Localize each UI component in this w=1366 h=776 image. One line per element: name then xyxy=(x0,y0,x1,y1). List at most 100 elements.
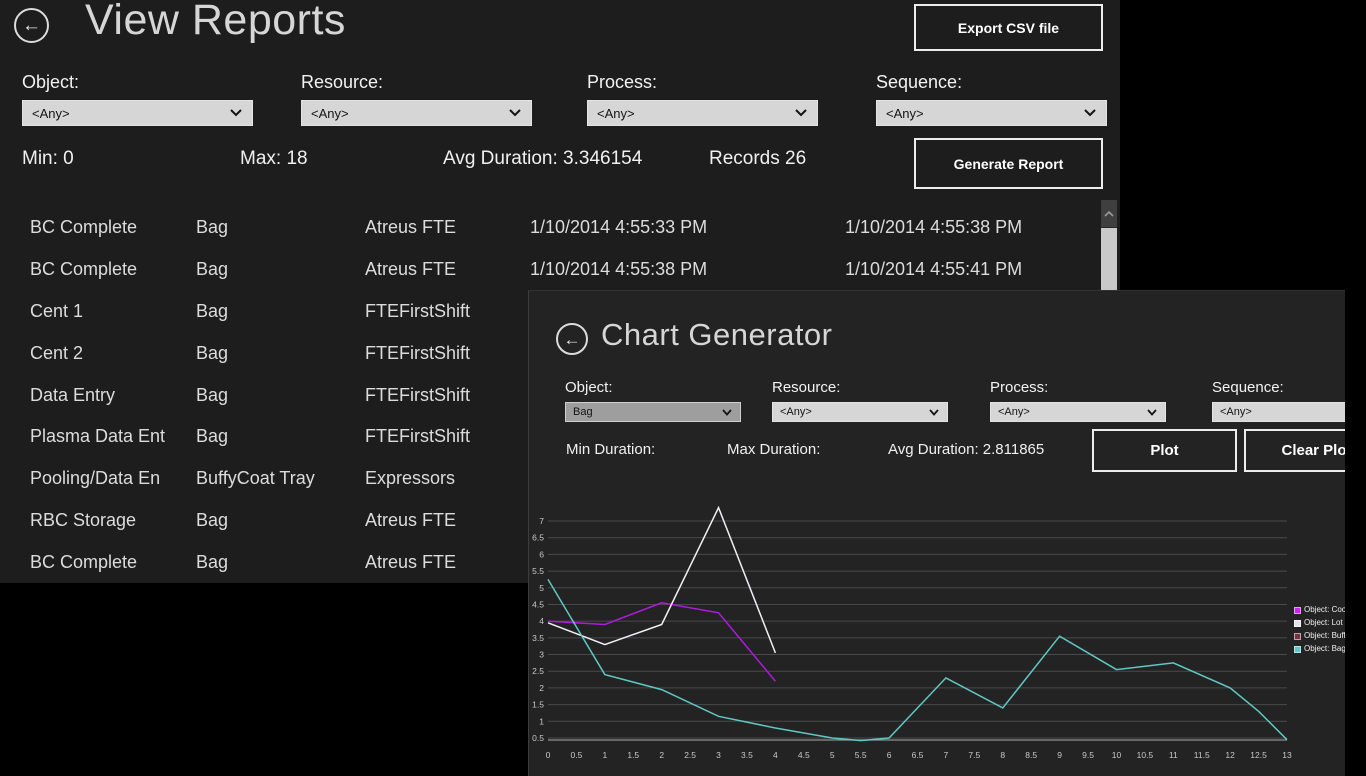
resource-dropdown[interactable]: <Any> xyxy=(301,100,532,126)
sequence-dropdown-value: <Any> xyxy=(886,106,924,121)
legend-label: Object: BuffyC xyxy=(1304,632,1345,640)
sequence-filter: Sequence: <Any> xyxy=(876,72,1107,126)
y-tick-label: 2.5 xyxy=(532,666,544,676)
x-tick-label: 9.5 xyxy=(1082,750,1094,760)
records-count: Records 26 xyxy=(709,148,806,170)
table-cell: Bag xyxy=(196,552,365,573)
x-tick-label: 3.5 xyxy=(741,750,753,760)
table-cell: Atreus FTE xyxy=(365,217,530,238)
desktop-background: ← View Reports Export CSV file Object: <… xyxy=(0,0,1366,776)
table-cell: Pooling/Data En xyxy=(0,468,196,489)
x-tick-label: 4 xyxy=(773,750,778,760)
process-filter-label: Process: xyxy=(587,72,818,93)
y-tick-label: 3 xyxy=(539,650,544,660)
x-tick-label: 12 xyxy=(1225,750,1235,760)
table-cell: Bag xyxy=(196,426,365,447)
x-tick-label: 7 xyxy=(944,750,949,760)
series-line xyxy=(548,508,775,653)
table-cell: FTEFirstShift xyxy=(365,343,530,364)
y-tick-label: 1.5 xyxy=(532,700,544,710)
export-csv-button[interactable]: Export CSV file xyxy=(914,4,1103,51)
x-tick-label: 3 xyxy=(716,750,721,760)
table-row[interactable]: BC CompleteBagAtreus FTE1/10/2014 4:55:3… xyxy=(0,249,1101,291)
series-line xyxy=(548,603,775,681)
sequence-filter-label: Sequence: xyxy=(876,72,1107,93)
table-cell: Plasma Data Ent xyxy=(0,426,196,447)
legend-entry: Object: Bag xyxy=(1294,645,1345,653)
chevron-down-icon xyxy=(509,109,521,117)
min-stat: Min: 0 xyxy=(22,148,74,170)
table-cell: Bag xyxy=(196,510,365,531)
x-tick-label: 2.5 xyxy=(684,750,696,760)
legend-swatch xyxy=(1294,620,1301,627)
x-tick-label: 0.5 xyxy=(571,750,583,760)
resource-filter-label: Resource: xyxy=(301,72,532,93)
legend-label: Object: Bag xyxy=(1304,645,1345,653)
table-cell: 1/10/2014 4:55:38 PM xyxy=(845,217,1101,238)
table-cell: Expressors xyxy=(365,468,530,489)
y-tick-label: 3.5 xyxy=(532,633,544,643)
chevron-down-icon xyxy=(230,109,242,117)
x-tick-label: 8.5 xyxy=(1025,750,1037,760)
sequence-dropdown[interactable]: <Any> xyxy=(876,100,1107,126)
x-tick-label: 12.5 xyxy=(1250,750,1267,760)
x-tick-label: 7.5 xyxy=(968,750,980,760)
legend-swatch xyxy=(1294,633,1301,640)
table-cell: FTEFirstShift xyxy=(365,301,530,322)
x-tick-label: 1.5 xyxy=(627,750,639,760)
y-tick-label: 0.5 xyxy=(532,733,544,743)
page-title: View Reports xyxy=(85,0,346,45)
legend-swatch xyxy=(1294,607,1301,614)
max-stat: Max: 18 xyxy=(240,148,308,170)
table-cell: FTEFirstShift xyxy=(365,426,530,447)
x-tick-label: 11.5 xyxy=(1194,750,1210,760)
back-button[interactable]: ← xyxy=(14,8,49,43)
line-chart: 0.511.522.533.544.555.566.5700.511.522.5… xyxy=(529,291,1345,776)
table-cell: Atreus FTE xyxy=(365,259,530,280)
x-tick-label: 8 xyxy=(1000,750,1005,760)
x-tick-label: 6 xyxy=(887,750,892,760)
table-cell: Bag xyxy=(196,385,365,406)
table-cell: BC Complete xyxy=(0,217,196,238)
y-tick-label: 2 xyxy=(539,683,544,693)
table-row[interactable]: BC CompleteBagAtreus FTE1/10/2014 4:55:3… xyxy=(0,207,1101,249)
x-tick-label: 2 xyxy=(659,750,664,760)
table-cell: Bag xyxy=(196,343,365,364)
table-cell: BC Complete xyxy=(0,552,196,573)
x-tick-label: 5.5 xyxy=(855,750,867,760)
legend-label: Object: Coole xyxy=(1304,606,1345,614)
table-cell: FTEFirstShift xyxy=(365,385,530,406)
resource-filter: Resource: <Any> xyxy=(301,72,532,126)
legend-label: Object: Lot xyxy=(1304,619,1343,627)
scroll-up-button[interactable] xyxy=(1101,200,1117,227)
process-dropdown[interactable]: <Any> xyxy=(587,100,818,126)
table-cell: Atreus FTE xyxy=(365,510,530,531)
legend-entry: Object: Coole xyxy=(1294,606,1345,614)
table-cell: 1/10/2014 4:55:33 PM xyxy=(530,217,845,238)
x-tick-label: 4.5 xyxy=(798,750,810,760)
resource-dropdown-value: <Any> xyxy=(311,106,349,121)
chart-legend: Object: Coole Object: Lot Object: BuffyC Ob… xyxy=(1294,606,1345,658)
process-filter: Process: <Any> xyxy=(587,72,818,126)
generate-report-button[interactable]: Generate Report xyxy=(914,138,1103,189)
x-tick-label: 0 xyxy=(546,750,551,760)
table-cell: Cent 1 xyxy=(0,301,196,322)
table-cell: BC Complete xyxy=(0,259,196,280)
table-cell: BuffyCoat Tray xyxy=(196,468,365,489)
x-tick-label: 11 xyxy=(1169,750,1178,760)
x-tick-label: 13 xyxy=(1282,750,1292,760)
y-tick-label: 5.5 xyxy=(532,566,544,576)
x-tick-label: 9 xyxy=(1057,750,1062,760)
y-tick-label: 1 xyxy=(539,716,544,726)
table-cell: RBC Storage xyxy=(0,510,196,531)
legend-swatch xyxy=(1294,646,1301,653)
avg-duration-stat: Avg Duration: 3.346154 xyxy=(443,148,642,170)
table-cell: Data Entry xyxy=(0,385,196,406)
table-cell: Bag xyxy=(196,259,365,280)
x-tick-label: 1 xyxy=(602,750,607,760)
chart-generator-window: ← Chart Generator Object: Bag Resource: … xyxy=(528,290,1345,776)
y-tick-label: 5 xyxy=(539,583,544,593)
x-tick-label: 5 xyxy=(830,750,835,760)
chevron-down-icon xyxy=(1084,109,1096,117)
object-dropdown[interactable]: <Any> xyxy=(22,100,253,126)
